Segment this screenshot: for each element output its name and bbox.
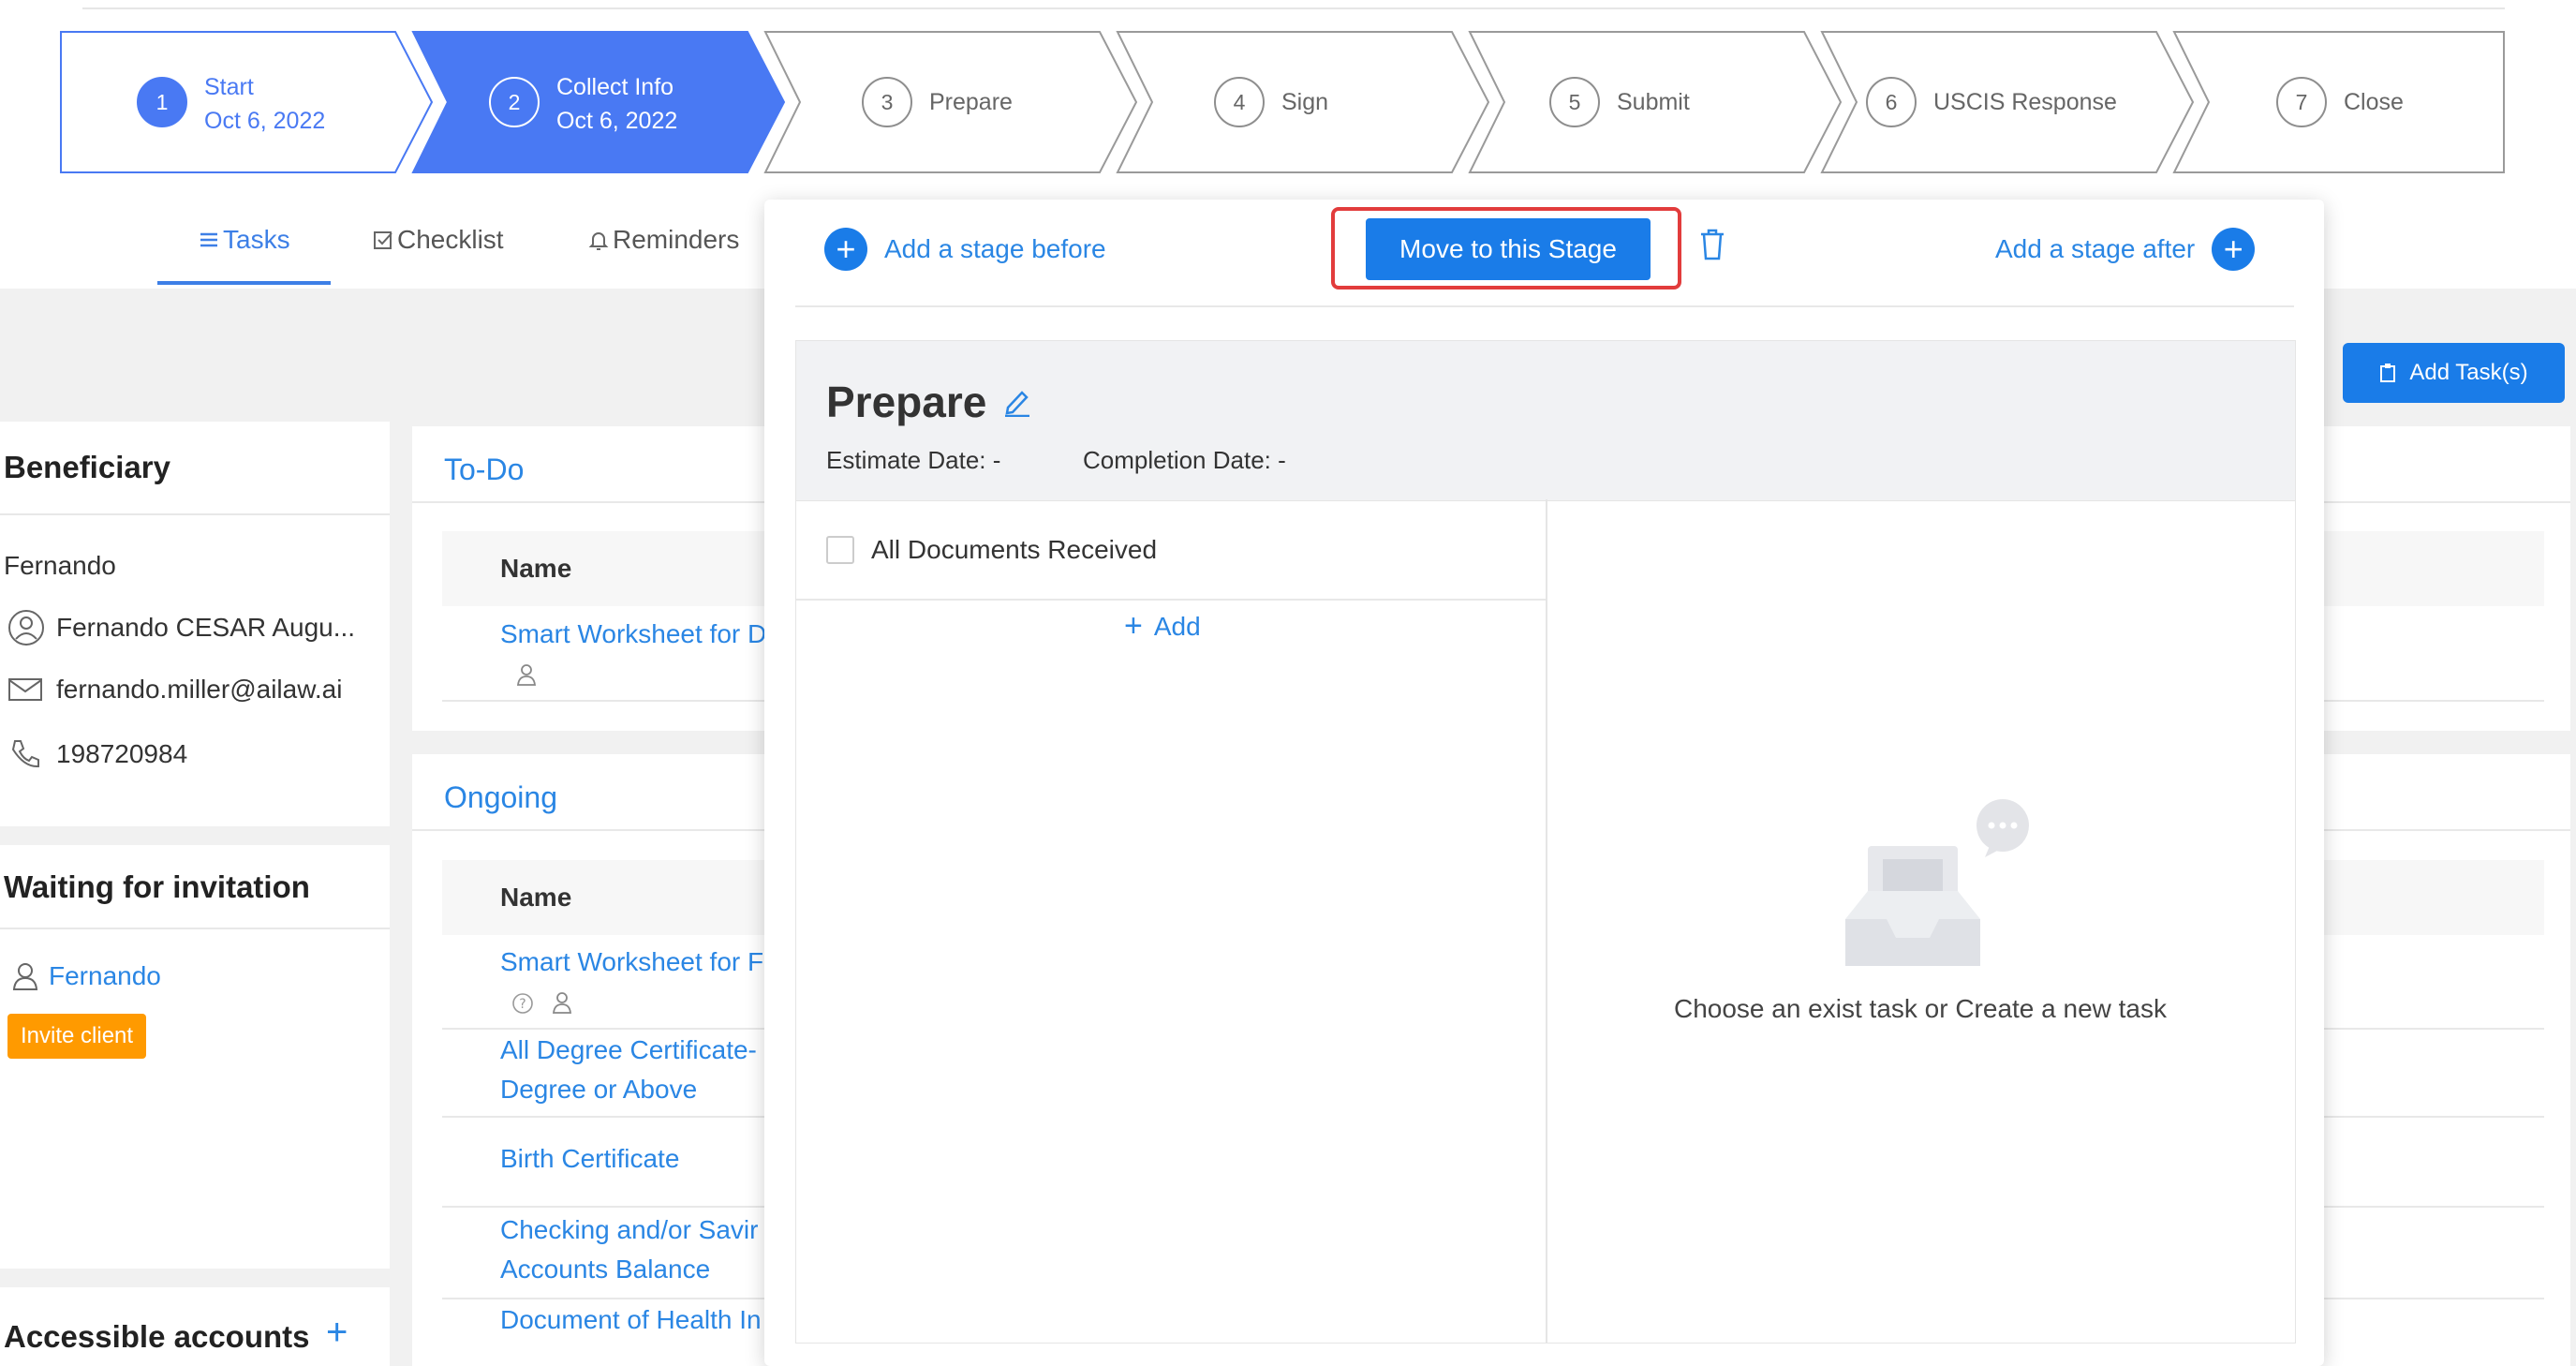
stage-step-prepare[interactable]: 3 Prepare <box>763 31 1139 173</box>
table-row[interactable]: Birth Certificate <box>500 1144 679 1174</box>
table-row-line2[interactable]: Accounts Balance <box>500 1255 710 1284</box>
tab-checklist[interactable]: Checklist <box>373 225 504 255</box>
table-row[interactable]: Smart Worksheet for F <box>500 947 763 977</box>
invitee-link[interactable]: Fernando <box>11 961 161 991</box>
stage-popover: + Add a stage before Move to this Stage … <box>764 200 2324 1366</box>
tab-label: Checklist <box>397 225 504 254</box>
tab-tasks[interactable]: Tasks <box>199 225 290 255</box>
edit-icon[interactable] <box>1003 387 1031 417</box>
svg-text:?: ? <box>519 997 526 1012</box>
add-stage-before-label: Add a stage before <box>884 234 1106 263</box>
beneficiary-full-name: Fernando CESAR Augu... <box>56 613 356 642</box>
step-number: 3 <box>862 77 912 127</box>
table-row[interactable]: Smart Worksheet for D <box>500 619 766 649</box>
email-icon <box>8 678 42 701</box>
step-label: Submit <box>1617 89 1690 115</box>
invitation-card: Waiting for invitation Fernando Invite c… <box>0 845 390 1269</box>
stage-step-start[interactable]: 1 Start Oct 6, 2022 <box>60 31 435 173</box>
step-number: 2 <box>489 77 540 127</box>
list-icon <box>200 232 217 247</box>
table-row[interactable]: Document of Health In <box>500 1305 762 1335</box>
accounts-title: Accessible accounts <box>4 1319 310 1354</box>
step-label: Collect Info <box>556 74 674 100</box>
step-number: 6 <box>1866 77 1917 127</box>
beneficiary-card: Beneficiary Fernando Fernando CESAR Augu… <box>0 422 390 826</box>
step-number: 4 <box>1214 77 1265 127</box>
invitee-name: Fernando <box>49 961 161 990</box>
phone-icon <box>11 740 39 768</box>
step-label: Close <box>2344 89 2404 115</box>
beneficiary-title: Beneficiary <box>4 450 170 484</box>
all-documents-checkbox[interactable]: All Documents Received <box>826 535 1157 565</box>
empty-state-text: Choose an exist task or Create a new tas… <box>1673 994 2168 1023</box>
step-date: Oct 6, 2022 <box>556 108 678 134</box>
user-icon <box>8 610 44 646</box>
user-icon <box>516 664 537 686</box>
stage-stepper: 1 Start Oct 6, 2022 2 Collect Info Oct 6… <box>60 31 2505 173</box>
checkbox-label: All Documents Received <box>871 535 1158 564</box>
user-icon <box>12 963 38 990</box>
step-number: 5 <box>1549 77 1600 127</box>
estimate-date: Estimate Date: - <box>826 446 1001 474</box>
checkbox-icon <box>826 536 854 564</box>
stage-step-submit[interactable]: 5 Submit <box>1468 31 1843 173</box>
add-item-button[interactable]: + Add <box>1124 608 1201 645</box>
column-divider <box>1546 499 1547 1343</box>
stage-step-sign[interactable]: 4 Sign <box>1116 31 1491 173</box>
tab-label: Tasks <box>223 225 290 254</box>
step-label: USCIS Response <box>1933 89 2117 115</box>
step-date: Oct 6, 2022 <box>204 108 326 134</box>
step-label: Sign <box>1281 89 1329 115</box>
add-item-label: Add <box>1153 611 1201 641</box>
invitation-title: Waiting for invitation <box>4 869 310 904</box>
beneficiary-phone: 198720984 <box>56 739 188 768</box>
stage-step-uscis-response[interactable]: 6 USCIS Response <box>1820 31 2196 173</box>
table-row[interactable]: All Degree Certificate- <box>500 1035 757 1065</box>
stage-step-collect-info[interactable]: 2 Collect Info Oct 6, 2022 <box>411 31 787 173</box>
completion-date: Completion Date: - <box>1083 446 1286 474</box>
divider <box>0 513 390 515</box>
stage-body: All Documents Received + Add Choose an e… <box>795 499 2296 1344</box>
stage-name: Prepare <box>826 378 987 426</box>
add-account-button[interactable]: + <box>326 1312 348 1354</box>
beneficiary-first-name: Fernando <box>4 551 116 580</box>
table-row[interactable]: Checking and/or Savir <box>500 1215 758 1245</box>
table-row-line2[interactable]: Degree or Above <box>500 1075 697 1105</box>
checkbox-icon <box>374 231 392 249</box>
top-divider <box>82 7 2505 9</box>
move-to-stage-button[interactable]: Move to this Stage <box>1366 218 1651 280</box>
stage-step-close[interactable]: 7 Close <box>2172 31 2505 173</box>
accessible-accounts-card: Accessible accounts + <box>0 1287 390 1366</box>
stage-header: Prepare Estimate Date: - Completion Date… <box>795 340 2296 501</box>
plus-icon: + <box>2212 228 2256 271</box>
user-icon <box>552 992 572 1014</box>
add-stage-after-label: Add a stage after <box>1995 234 2196 263</box>
help-icon[interactable]: ? <box>511 992 534 1015</box>
empty-inbox-icon <box>1845 799 2029 966</box>
plus-icon: + <box>824 228 867 271</box>
step-shape <box>2172 31 2505 173</box>
tab-reminders[interactable]: Reminders <box>588 225 739 255</box>
beneficiary-email[interactable]: fernando.miller@ailaw.ai <box>56 675 342 705</box>
step-label: Start <box>204 74 254 100</box>
add-task-button[interactable]: Add Task(s) <box>2343 343 2565 403</box>
step-number: 1 <box>137 77 187 127</box>
tab-label: Reminders <box>613 225 740 254</box>
clipboard-icon <box>2380 364 2396 382</box>
column-name-header: Name <box>500 883 572 912</box>
bell-icon <box>588 232 609 250</box>
add-stage-before-button[interactable]: + Add a stage before <box>824 228 1106 271</box>
plus-icon: + <box>1124 608 1143 644</box>
divider <box>0 928 390 929</box>
tab-active-indicator <box>157 281 331 285</box>
add-stage-after-button[interactable]: Add a stage after + <box>1995 228 2256 271</box>
invite-client-button[interactable]: Invite client <box>7 1014 147 1059</box>
step-number: 7 <box>2276 77 2327 127</box>
ongoing-title: Ongoing <box>444 780 557 814</box>
add-task-label: Add Task(s) <box>2409 360 2528 385</box>
step-label: Prepare <box>929 89 1013 115</box>
trash-icon[interactable] <box>1697 228 1727 261</box>
todo-title: To-Do <box>444 453 525 486</box>
column-name-header: Name <box>500 554 572 583</box>
